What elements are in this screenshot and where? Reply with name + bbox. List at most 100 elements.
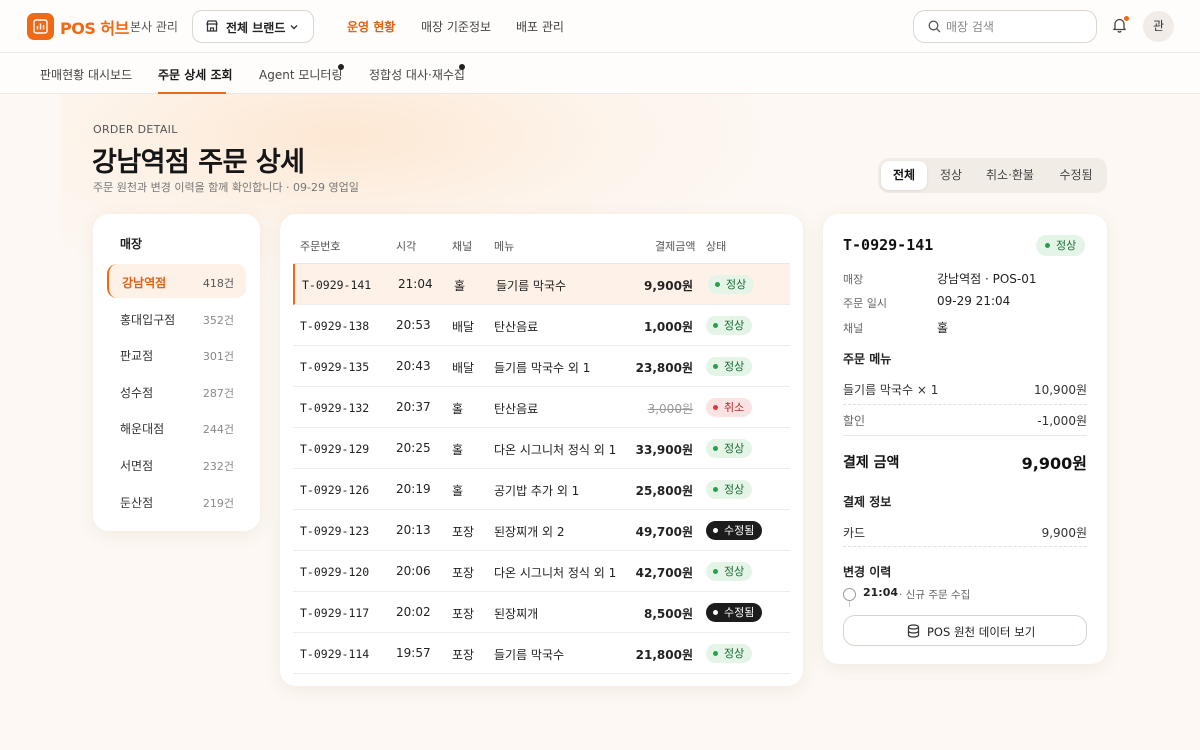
order-channel: 배달 bbox=[452, 361, 475, 375]
top-bar: POS 허브 본사 관리 전체 브랜드 운영 현황 매장 기준정보 배포 관리 … bbox=[0, 0, 1200, 53]
order-id: T-0929-117 bbox=[300, 606, 370, 620]
order-id: T-0929-129 bbox=[300, 442, 370, 456]
field-value-channel: 홀 bbox=[937, 321, 949, 335]
tab-reconciliation[interactable]: 정합성 대사·재수집 bbox=[369, 66, 465, 83]
store-item[interactable]: 둔산점 219건 bbox=[107, 484, 246, 518]
status-label: 수정됨 bbox=[724, 606, 755, 619]
column-header[interactable]: 메뉴 bbox=[494, 238, 514, 254]
order-menu: 된장찌개 bbox=[494, 607, 539, 621]
search-input[interactable] bbox=[946, 18, 1086, 36]
order-time: 20:19 bbox=[396, 482, 431, 496]
table-row[interactable]: T-0929-138 20:53 배달 탄산음료 1,000원 정상 bbox=[293, 305, 790, 346]
status-label: 정상 bbox=[724, 483, 745, 496]
status-badge: 정상 bbox=[706, 439, 753, 458]
column-header[interactable]: 시각 bbox=[396, 238, 416, 254]
search-box[interactable] bbox=[913, 10, 1097, 43]
nav-operations[interactable]: 운영 현황 bbox=[347, 18, 395, 35]
detail-status-badge: 정상 bbox=[1036, 235, 1086, 256]
order-amount: 8,500원 bbox=[644, 607, 693, 621]
store-count: 418건 bbox=[202, 277, 234, 290]
column-header[interactable]: 채널 bbox=[452, 238, 472, 254]
tab-order-detail[interactable]: 주문 상세 조회 bbox=[158, 66, 233, 83]
discount-label: 할인 bbox=[843, 414, 866, 428]
order-id: T-0929-132 bbox=[300, 401, 370, 415]
table-row[interactable]: T-0929-117 20:02 포장 된장찌개 8,500원 수정됨 bbox=[293, 592, 790, 633]
order-id: T-0929-126 bbox=[300, 483, 370, 497]
order-detail-card: T-0929-141 정상 매장 강남역점 · POS-01 주문 일시 09-… bbox=[823, 214, 1107, 664]
store-name: 판교점 bbox=[120, 349, 154, 363]
view-raw-data-button[interactable]: POS 원천 데이터 보기 bbox=[843, 615, 1087, 646]
filter-cancel-refund[interactable]: 취소·환불 bbox=[976, 161, 1044, 190]
filter-normal[interactable]: 정상 bbox=[930, 161, 972, 190]
store-count: 219건 bbox=[202, 497, 234, 510]
status-badge: 취소 bbox=[706, 398, 753, 417]
status-badge: 정상 bbox=[706, 316, 753, 335]
column-header[interactable]: 상태 bbox=[706, 238, 726, 254]
order-amount: 9,900원 bbox=[644, 279, 693, 293]
order-channel: 홀 bbox=[452, 484, 464, 498]
payment-method: 카드 bbox=[843, 526, 866, 540]
order-menu: 다온 시그니처 정식 외 1 bbox=[494, 566, 617, 580]
order-amount: 49,700원 bbox=[635, 525, 693, 539]
order-time: 20:53 bbox=[396, 318, 431, 332]
active-tab-underline bbox=[158, 92, 226, 94]
field-label-channel: 채널 bbox=[843, 322, 864, 335]
order-menu: 공기밥 추가 외 1 bbox=[494, 484, 580, 498]
nav-deploy[interactable]: 배포 관리 bbox=[516, 18, 564, 35]
divider bbox=[843, 404, 1087, 405]
order-id: T-0929-141 bbox=[302, 278, 372, 292]
status-badge: 정상 bbox=[708, 275, 755, 294]
order-menu: 된장찌개 외 2 bbox=[494, 525, 565, 539]
page-title: 강남역점 주문 상세 bbox=[92, 147, 305, 178]
store-item[interactable]: 강남역점 418건 bbox=[107, 264, 246, 298]
hq-label: 본사 관리 bbox=[130, 20, 178, 34]
table-row[interactable]: T-0929-120 20:06 포장 다온 시그니처 정식 외 1 42,70… bbox=[293, 551, 790, 592]
order-id: T-0929-135 bbox=[300, 360, 370, 374]
status-label: 정상 bbox=[726, 278, 747, 291]
filter-all[interactable]: 전체 bbox=[881, 161, 927, 190]
store-name: 둔산점 bbox=[120, 496, 154, 510]
order-amount: 23,800원 bbox=[635, 361, 693, 375]
table-row[interactable]: T-0929-123 20:13 포장 된장찌개 외 2 49,700원 수정됨 bbox=[293, 510, 790, 551]
nav-store-master[interactable]: 매장 기준정보 bbox=[421, 18, 491, 35]
column-header[interactable]: 주문번호 bbox=[300, 238, 340, 254]
store-item[interactable]: 홍대입구점 352건 bbox=[107, 301, 246, 335]
store-item[interactable]: 판교점 301건 bbox=[107, 337, 246, 371]
logo-text[interactable]: POS 허브 bbox=[60, 15, 129, 39]
table-row[interactable]: T-0929-129 20:25 홀 다온 시그니처 정식 외 1 33,900… bbox=[293, 428, 790, 469]
table-row[interactable]: T-0929-126 20:19 홀 공기밥 추가 외 1 25,800원 정상 bbox=[293, 469, 790, 510]
tab-agent-monitoring[interactable]: Agent 모니터링 bbox=[259, 66, 343, 83]
order-time: 21:04 bbox=[398, 277, 433, 291]
brand-select[interactable]: 전체 브랜드 bbox=[192, 10, 314, 43]
status-label: 정상 bbox=[724, 319, 745, 332]
table-row[interactable]: T-0929-132 20:37 홀 탄산음료 3,000원 취소 bbox=[293, 387, 790, 428]
logo-icon[interactable] bbox=[27, 13, 54, 40]
payment-section-title: 결제 정보 bbox=[843, 495, 892, 509]
divider bbox=[843, 546, 1087, 547]
menu-section-title: 주문 메뉴 bbox=[843, 352, 892, 366]
avatar[interactable]: 관 bbox=[1143, 11, 1174, 42]
table-row[interactable]: T-0929-135 20:43 배달 들기름 막국수 외 1 23,800원 … bbox=[293, 346, 790, 387]
field-value-store: 강남역점 · POS-01 bbox=[937, 272, 1037, 286]
order-menu: 들기름 막국수 bbox=[494, 648, 565, 662]
store-list-card: 매장 강남역점 418건 홍대입구점 352건 판교점 301건 성수점 287… bbox=[93, 214, 260, 531]
table-row[interactable]: T-0929-114 19:57 포장 들기름 막국수 21,800원 정상 bbox=[293, 633, 790, 674]
filter-modified[interactable]: 수정됨 bbox=[1048, 161, 1104, 190]
column-header[interactable]: 결제금액 bbox=[655, 238, 695, 254]
table-row[interactable]: T-0929-141 21:04 홀 들기름 막국수 9,900원 정상 bbox=[293, 264, 790, 305]
history-description: · 신규 주문 수집 bbox=[899, 589, 971, 601]
status-label: 정상 bbox=[724, 360, 745, 373]
database-icon bbox=[907, 624, 920, 638]
tab-sales-dashboard[interactable]: 판매현황 대시보드 bbox=[40, 66, 132, 83]
store-item[interactable]: 해운대점 244건 bbox=[107, 410, 246, 444]
store-name: 강남역점 bbox=[122, 276, 167, 290]
store-item[interactable]: 서면점 232건 bbox=[107, 447, 246, 481]
order-channel: 홀 bbox=[454, 279, 466, 293]
field-value-datetime: 09-29 21:04 bbox=[937, 294, 1011, 308]
status-label: 정상 bbox=[724, 565, 745, 578]
store-item[interactable]: 성수점 287건 bbox=[107, 374, 246, 408]
status-label: 취소 bbox=[724, 401, 745, 414]
status-badge: 정상 bbox=[706, 357, 753, 376]
field-label-store: 매장 bbox=[843, 273, 864, 286]
orders-table-card: 주문번호 시각 채널 메뉴 결제금액 상태 T-0929-141 21:04 홀… bbox=[280, 214, 803, 686]
